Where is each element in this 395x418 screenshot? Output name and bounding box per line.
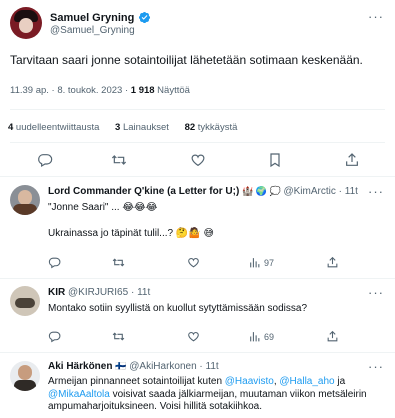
retweet-icon[interactable] (112, 330, 125, 343)
reply-icon[interactable] (48, 330, 61, 343)
more-options-icon[interactable]: ··· (368, 185, 384, 198)
mention-link[interactable]: @Haavisto (225, 376, 274, 387)
more-options-icon[interactable]: ··· (368, 10, 384, 23)
quotes-stat[interactable]: 3 Lainaukset (115, 122, 169, 133)
main-author-avatar[interactable] (10, 7, 42, 39)
divider (10, 142, 385, 143)
reply-author-name[interactable]: Aki Härkönen (48, 361, 112, 372)
views-icon[interactable] (248, 256, 261, 269)
reply-text: Montako sotiin syyllistä on kuollut syty… (48, 303, 308, 314)
reply-avatar[interactable] (10, 185, 40, 215)
reply-author-name[interactable]: KIR (48, 287, 65, 298)
like-icon[interactable] (187, 330, 200, 343)
divider (0, 176, 395, 177)
reply-header: Aki Härkönen 🇫🇮 @AkiHarkonen · 11t (48, 361, 219, 372)
reply-author-handle[interactable]: @KIRJURI65 · 11t (68, 287, 150, 298)
share-icon[interactable] (326, 256, 339, 269)
mention-link[interactable]: @Halla_aho (279, 376, 334, 387)
verified-badge-icon (138, 11, 151, 24)
author-emoji: 🏰 🌍 💭 (242, 186, 281, 196)
main-author-handle[interactable]: @Samuel_Gryning (50, 25, 135, 36)
share-icon[interactable] (344, 152, 360, 168)
reply-text-line-2: Ukrainassa jo täpinät tulil...? 🤔🤷 😅 (48, 228, 214, 239)
avatar-body (13, 204, 37, 215)
avatar-face (18, 190, 32, 205)
reply-author-name[interactable]: Lord Commander Q'kine (a Letter for U;) (48, 186, 239, 197)
reply-author-handle[interactable]: @AkiHarkonen · 11t (129, 361, 218, 372)
reply-header: Lord Commander Q'kine (a Letter for U;) … (48, 186, 358, 197)
divider (10, 109, 385, 110)
avatar-shape (15, 298, 35, 308)
divider (0, 278, 395, 279)
main-tweet-text: Tarvitaan saari jonne sotaintoilijat läh… (10, 53, 363, 67)
avatar-body (14, 380, 36, 391)
avatar-face (18, 365, 32, 380)
reply-icon[interactable] (37, 152, 53, 168)
bookmark-icon[interactable] (267, 152, 283, 168)
avatar-face (19, 18, 33, 33)
reply-text: Armeijan pinnanneet sotaintoilijat kuten… (48, 376, 367, 412)
retweets-stat[interactable]: 4 uudelleentwiittausta (8, 122, 99, 133)
flag-icon: 🇫🇮 (115, 361, 127, 371)
reply-avatar[interactable] (10, 286, 40, 316)
reply-author-handle[interactable]: @KimArctic · 11t (283, 186, 357, 197)
views-label: Näyttöä (154, 85, 190, 96)
more-options-icon[interactable]: ··· (368, 360, 384, 373)
main-tweet-meta: 11.39 ap. · 8. toukok. 2023 · 1 918 Näyt… (10, 85, 190, 96)
engagement-stats: 4 uudelleentwiittausta 3 Lainaukset 82 t… (8, 122, 237, 133)
views-icon[interactable] (248, 330, 261, 343)
divider (0, 352, 395, 353)
mention-link[interactable]: @MikaAaltola (48, 389, 110, 400)
views-count: 1 918 (130, 85, 155, 96)
likes-stat[interactable]: 82 tykkäystä (185, 122, 238, 133)
reply-header: KIR @KIRJURI65 · 11t (48, 287, 150, 298)
more-options-icon[interactable]: ··· (368, 286, 384, 299)
reply-icon[interactable] (48, 256, 61, 269)
like-icon[interactable] (187, 256, 200, 269)
retweet-icon[interactable] (111, 152, 127, 168)
timestamp[interactable]: 11.39 ap. · 8. toukok. 2023 · (10, 85, 131, 96)
views-count: 97 (264, 258, 275, 268)
main-author-name[interactable]: Samuel Gryning (50, 12, 134, 24)
retweet-icon[interactable] (112, 256, 125, 269)
views-count: 69 (264, 332, 275, 342)
reply-text-line-1: "Jonne Saari" ... 😂😂😂 (48, 202, 158, 213)
reply-avatar[interactable] (10, 361, 40, 391)
share-icon[interactable] (326, 330, 339, 343)
like-icon[interactable] (190, 152, 206, 168)
